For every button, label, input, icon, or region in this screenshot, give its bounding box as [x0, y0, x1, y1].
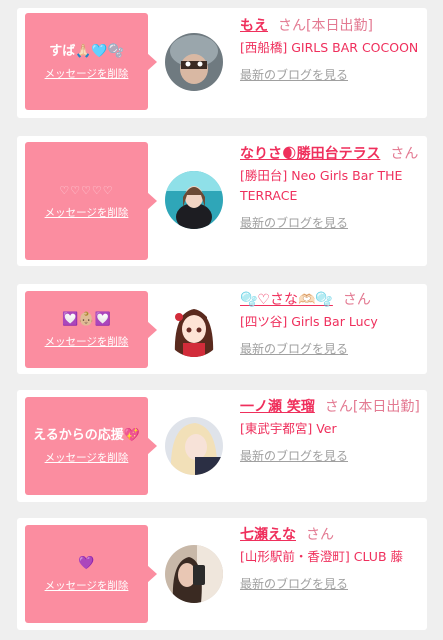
- cast-name-link[interactable]: もえ: [240, 18, 268, 34]
- list-item: えるからの応援💖 メッセージを削除 一ノ瀬 笑瑠 さん[本日出勤] [東武宇都宮]…: [17, 390, 427, 502]
- list-item: ♡♡♡♡♡ メッセージを削除 なりさ🌒勝田台テラス さん [勝田台] Neo Gi…: [17, 136, 427, 266]
- cast-name-link[interactable]: 🫧♡さな🫶🏻🫧: [240, 292, 333, 308]
- message-text: すば🙏🏻🩵🫧: [49, 43, 124, 59]
- shop-name: [東武宇都宮] Ver: [240, 421, 337, 436]
- cheer-message-list: すば🙏🏻🩵🫧 メッセージを削除 もえ さん[本日出勤] [西船橋] GIRLS B…: [0, 0, 443, 640]
- photo-avatar-icon: [165, 545, 223, 603]
- photo-avatar-icon: [165, 33, 223, 91]
- message-bubble: 💟👶🏼💟 メッセージを削除: [25, 291, 157, 368]
- shop-name: [勝田台] Neo Girls Bar THE TERRACE: [240, 168, 403, 203]
- latest-blog-link[interactable]: 最新のブログを見る: [240, 214, 348, 231]
- list-item: すば🙏🏻🩵🫧 メッセージを削除 もえ さん[本日出勤] [西船橋] GIRLS B…: [17, 8, 427, 118]
- message-text: ♡♡♡♡♡: [59, 184, 114, 197]
- delete-message-link[interactable]: メッセージを削除: [45, 66, 129, 81]
- latest-blog-link[interactable]: 最新のブログを見る: [240, 575, 348, 592]
- latest-blog-link[interactable]: 最新のブログを見る: [240, 447, 348, 464]
- cast-name-link[interactable]: 一ノ瀬 笑瑠: [240, 399, 315, 415]
- delete-message-link[interactable]: メッセージを削除: [45, 205, 129, 220]
- photo-avatar-icon: [165, 417, 223, 475]
- cast-name-link[interactable]: なりさ🌒勝田台テラス: [240, 146, 380, 162]
- san-suffix: さん: [390, 146, 419, 162]
- message-bubble: 💜 メッセージを削除: [25, 525, 157, 623]
- avatar[interactable]: [165, 545, 223, 603]
- delete-message-link[interactable]: メッセージを削除: [45, 450, 129, 465]
- san-suffix: さん: [306, 527, 334, 543]
- avatar[interactable]: [165, 171, 223, 229]
- shop-name: [四ツ谷] Girls Bar Lucy: [240, 314, 378, 329]
- message-text: 💟👶🏼💟: [62, 311, 111, 327]
- message-bubble: ♡♡♡♡♡ メッセージを削除: [25, 142, 157, 260]
- message-bubble: えるからの応援💖 メッセージを削除: [25, 397, 157, 495]
- shop-name: [山形駅前・香澄町] CLUB 藤: [240, 549, 403, 564]
- san-suffix: さん: [342, 292, 371, 308]
- avatar[interactable]: [165, 33, 223, 91]
- shop-name: [西船橋] GIRLS BAR COCOON: [240, 40, 419, 55]
- anime-avatar-icon: [165, 299, 223, 357]
- delete-message-link[interactable]: メッセージを削除: [45, 578, 129, 593]
- san-suffix: さん[本日出勤]: [324, 399, 420, 415]
- latest-blog-link[interactable]: 最新のブログを見る: [240, 340, 348, 357]
- cast-name-link[interactable]: 七瀬えな: [240, 527, 296, 543]
- photo-avatar-icon: [165, 171, 223, 229]
- list-item: 💜 メッセージを削除 七瀬えな さん [山形駅前・香澄町] CLUB 藤 最新のブ…: [17, 518, 427, 630]
- message-bubble: すば🙏🏻🩵🫧 メッセージを削除: [25, 13, 157, 110]
- message-text: えるからの応援💖: [33, 428, 140, 443]
- san-suffix: さん[本日出勤]: [278, 18, 373, 34]
- avatar[interactable]: [165, 417, 223, 475]
- list-item: 💟👶🏼💟 メッセージを削除 🫧♡さな🫶🏻🫧 さん [四ツ谷] Girls Bar …: [17, 284, 427, 374]
- message-text: 💜: [78, 556, 95, 571]
- avatar[interactable]: [165, 299, 223, 357]
- latest-blog-link[interactable]: 最新のブログを見る: [240, 66, 348, 83]
- delete-message-link[interactable]: メッセージを削除: [45, 334, 129, 349]
